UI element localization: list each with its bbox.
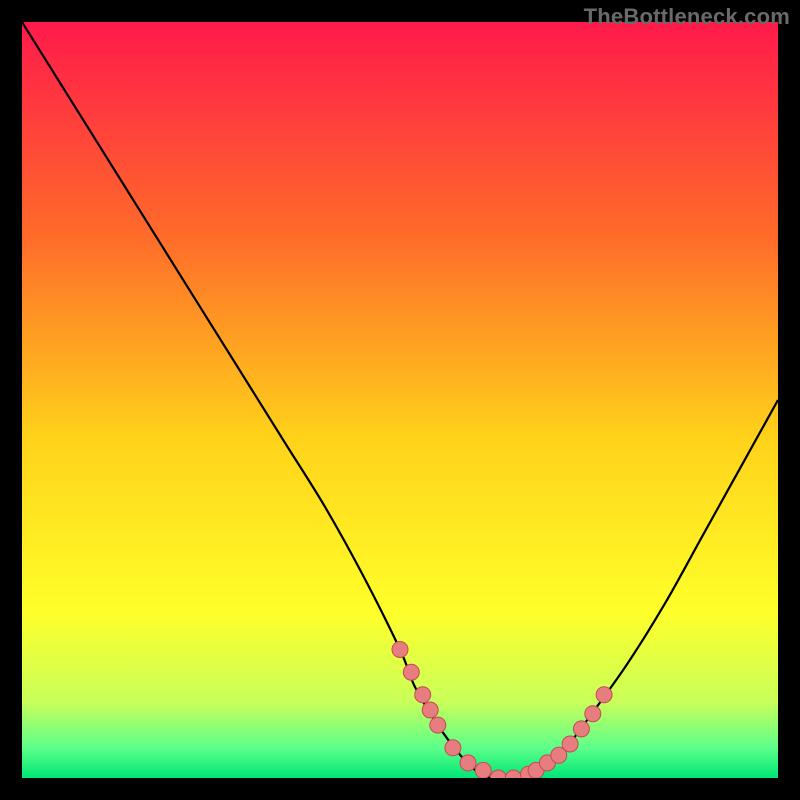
watermark-text: TheBottleneck.com: [584, 4, 790, 30]
gradient-rect: [22, 22, 778, 778]
plot-area: [22, 22, 778, 778]
heat-gradient-background: [22, 22, 778, 778]
chart-stage: TheBottleneck.com: [0, 0, 800, 800]
